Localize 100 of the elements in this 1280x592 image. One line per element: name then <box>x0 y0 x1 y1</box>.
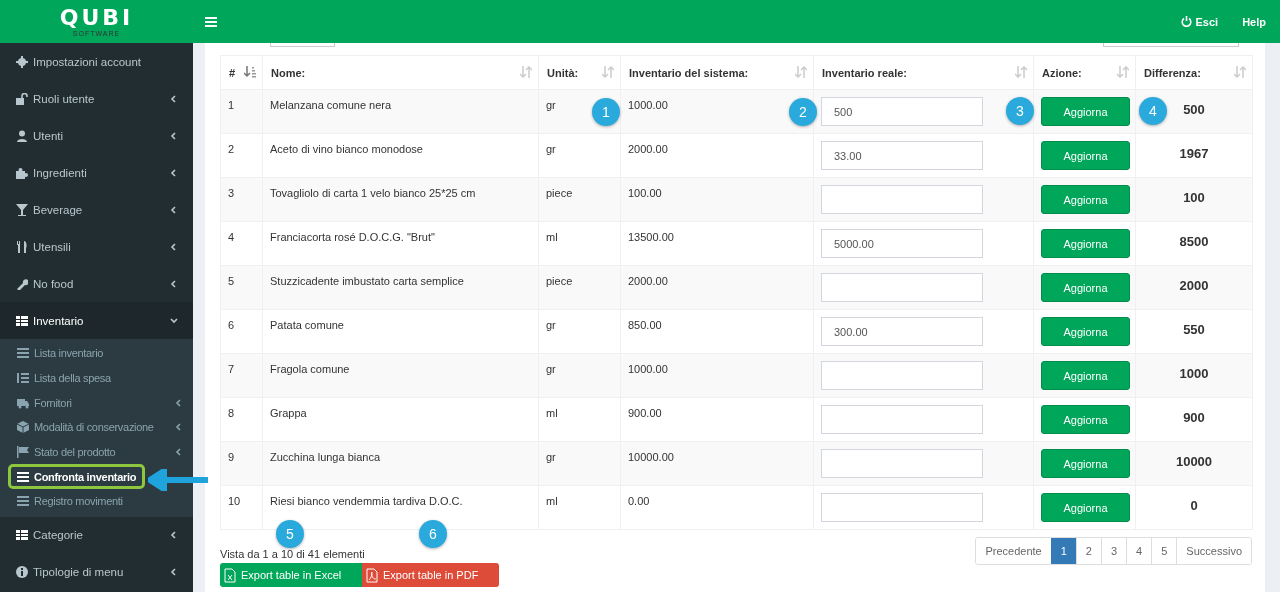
update-button[interactable]: Aggiorna <box>1041 229 1130 258</box>
menu-icon[interactable] <box>205 16 217 27</box>
sidebar-item[interactable]: Utenti <box>0 117 193 154</box>
column-header[interactable]: Inventario reale: <box>813 55 1034 90</box>
page-length-select[interactable] <box>270 43 335 47</box>
product-name: Zucchina lunga bianca <box>262 441 539 486</box>
chevron-left-icon <box>170 94 178 103</box>
update-button[interactable]: Aggiorna <box>1041 405 1130 434</box>
quantity-input[interactable] <box>821 493 983 522</box>
sidebar-item[interactable]: Ingredienti <box>0 154 193 191</box>
product-name: Stuzzicadente imbustato carta semplice <box>262 265 539 310</box>
unit-cell: ml <box>538 397 621 442</box>
page-link[interactable]: Successivo <box>1176 538 1251 564</box>
user-icon <box>16 129 28 142</box>
update-button[interactable]: Aggiorna <box>1041 185 1130 214</box>
difference-value: 100 <box>1135 177 1253 222</box>
chevron-left-icon <box>170 168 178 177</box>
sort-icon <box>602 66 614 78</box>
row-number: 10 <box>220 485 263 530</box>
table-icon <box>16 529 28 542</box>
difference-value: 0 <box>1135 485 1253 530</box>
unit-cell: gr <box>538 441 621 486</box>
logout-link[interactable]: Esci <box>1180 15 1219 28</box>
table-icon <box>16 314 28 327</box>
export-excel-button[interactable]: Export table in Excel <box>220 563 362 587</box>
column-header[interactable]: Inventario del sistema: <box>620 55 814 90</box>
unit-cell: piece <box>538 265 621 310</box>
sidebar-subitem[interactable]: Lista inventario <box>0 341 193 366</box>
sidebar-subitem[interactable]: Fornitori <box>0 390 193 416</box>
update-button[interactable]: Aggiorna <box>1041 317 1130 346</box>
update-button[interactable]: Aggiorna <box>1041 141 1130 170</box>
sidebar-item[interactable]: Beverage <box>0 191 193 228</box>
sidebar-subitem[interactable]: Stato del prodotto <box>0 439 193 465</box>
quantity-input[interactable] <box>821 449 983 478</box>
system-quantity: 2000.00 <box>620 133 814 178</box>
system-quantity: 100.00 <box>620 177 814 222</box>
list-icon <box>17 347 29 360</box>
sidebar-item[interactable]: Inventario <box>0 302 193 339</box>
page-link[interactable]: 1 <box>1050 538 1076 564</box>
sidebar-item[interactable]: Impostazioni account <box>0 43 193 80</box>
update-button[interactable]: Aggiorna <box>1041 97 1130 126</box>
fork-knife-icon <box>16 240 28 253</box>
truck-icon <box>17 396 29 409</box>
row-number: 6 <box>220 309 263 354</box>
sidebar-subitem[interactable]: Lista della spesa <box>0 365 193 391</box>
difference-value: 1967 <box>1135 133 1253 178</box>
help-link[interactable]: Help <box>1242 15 1266 28</box>
system-quantity: 0.00 <box>620 485 814 530</box>
info-icon <box>16 566 28 579</box>
difference-value: 900 <box>1135 397 1253 442</box>
menu-lines-icon <box>17 470 29 483</box>
system-quantity: 1000.00 <box>620 353 814 398</box>
sidebar-item[interactable]: Tipologie di menu <box>0 553 193 591</box>
menu-lines-icon <box>17 495 29 508</box>
export-pdf-button[interactable]: Export table in PDF <box>362 563 499 587</box>
row-number: 8 <box>220 397 263 442</box>
sidebar-item[interactable]: Categorie <box>0 516 193 554</box>
quantity-input[interactable]: 5000.00 <box>821 229 983 258</box>
column-header[interactable]: # <box>220 55 263 90</box>
system-quantity: 850.00 <box>620 309 814 354</box>
wrench-icon <box>16 277 28 290</box>
spreadsheet-file-icon <box>224 567 236 583</box>
product-name: Fragola comune <box>262 353 539 398</box>
unit-cell: gr <box>538 309 621 354</box>
sidebar-subitem[interactable]: Registro movimenti <box>0 489 193 514</box>
column-header[interactable]: Unità: <box>538 55 621 90</box>
sidebar-item[interactable]: No food <box>0 265 193 302</box>
sidebar-item[interactable]: Utensili <box>0 228 193 265</box>
sidebar-item[interactable]: Ruoli utente <box>0 80 193 117</box>
update-button[interactable]: Aggiorna <box>1041 273 1130 302</box>
column-header[interactable]: Azione: <box>1033 55 1136 90</box>
quantity-input[interactable] <box>821 361 983 390</box>
chevron-left-icon <box>170 531 178 540</box>
sort-icon <box>1234 66 1246 78</box>
chevron-left-icon <box>170 242 178 251</box>
row-number: 1 <box>220 89 263 134</box>
difference-value: 1000 <box>1135 353 1253 398</box>
row-number: 3 <box>220 177 263 222</box>
row-number: 2 <box>220 133 263 178</box>
quantity-input[interactable]: 500 <box>821 97 983 126</box>
update-button[interactable]: Aggiorna <box>1041 361 1130 390</box>
quantity-input[interactable]: 300.00 <box>821 317 983 346</box>
unit-cell: piece <box>538 177 621 222</box>
quantity-input[interactable]: 33.00 <box>821 141 983 170</box>
update-button[interactable]: Aggiorna <box>1041 493 1130 522</box>
sidebar-subitem[interactable]: Modalità di conservazione <box>0 415 193 440</box>
quantity-input[interactable] <box>821 405 983 434</box>
quantity-input[interactable] <box>821 185 983 214</box>
product-name: Patata comune <box>262 309 539 354</box>
column-header[interactable]: Nome: <box>262 55 539 90</box>
padlock-icon <box>16 92 28 105</box>
search-field[interactable] <box>1103 43 1239 47</box>
quantity-input[interactable] <box>821 273 983 302</box>
product-name: Grappa <box>262 397 539 442</box>
chevron-left-icon <box>175 423 183 432</box>
sort-icon <box>1117 66 1129 78</box>
update-button[interactable]: Aggiorna <box>1041 449 1130 478</box>
column-header[interactable]: Differenza: <box>1135 55 1253 90</box>
sidebar-subitem[interactable]: Confronta inventario <box>8 464 146 490</box>
unit-cell: gr <box>538 133 621 178</box>
